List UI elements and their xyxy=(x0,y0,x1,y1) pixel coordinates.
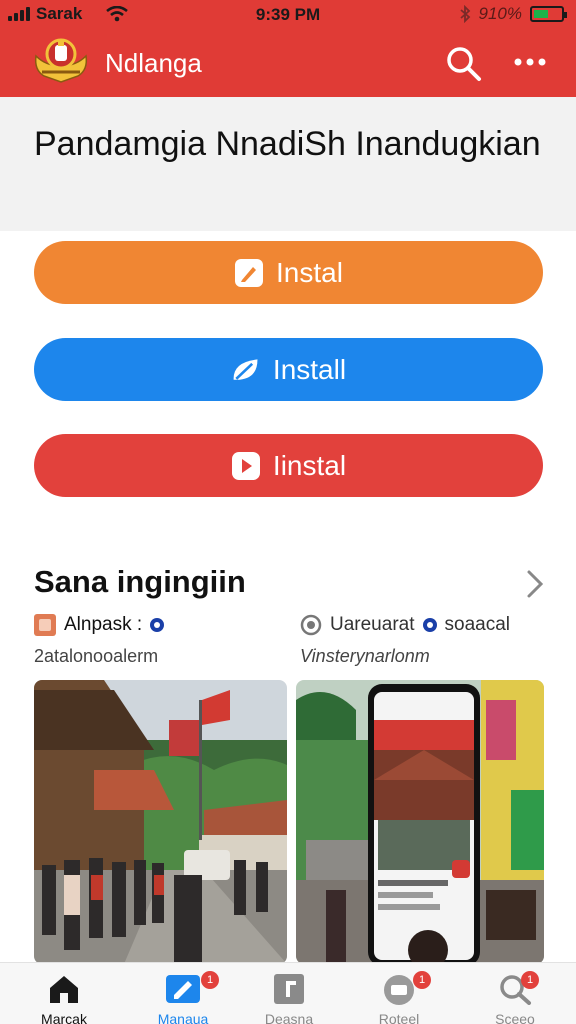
village-street-photo xyxy=(34,680,287,964)
document-icon xyxy=(274,974,304,1004)
top-bar: Sarak 9:39 PM 910% Ndlanga xyxy=(0,0,576,97)
folder-icon xyxy=(384,975,414,1005)
battery-percent: 910% xyxy=(478,4,522,23)
page-title: Pandamgia NnadiSh Inandugkian xyxy=(34,125,541,163)
more-options-icon[interactable] xyxy=(510,46,550,78)
source-subtitle: 2atalonooalerm xyxy=(34,646,159,666)
source-subtitle: Vinsterynarlonm xyxy=(300,646,430,666)
source-logo-icon xyxy=(34,614,56,636)
verified-icon xyxy=(422,618,437,632)
install-button-label: Install xyxy=(272,353,347,385)
nav-item-roteel[interactable]: 1 Roteel xyxy=(349,963,449,1024)
source-logo-icon xyxy=(300,614,322,636)
battery-icon xyxy=(530,6,567,22)
source-right: Uareuarat soaacal xyxy=(300,614,510,636)
app-preview-photo-card[interactable] xyxy=(296,680,544,964)
nav-item-sceeo[interactable]: 1 Sceeo xyxy=(465,963,565,1024)
nav-badge: 1 xyxy=(413,971,431,989)
phone-in-village-photo xyxy=(296,680,544,964)
install-button-blue[interactable]: Install xyxy=(34,338,543,401)
search-icon[interactable] xyxy=(444,44,482,82)
nav-badge: 1 xyxy=(521,971,539,989)
install-button-label: Iinstal xyxy=(272,449,347,481)
status-right: 910% xyxy=(459,4,567,24)
status-bar: Sarak 9:39 PM 910% xyxy=(0,0,576,28)
nav-label: Sceeo xyxy=(495,1011,535,1024)
app-title: Ndlanga xyxy=(105,48,202,78)
section-title: Sana ingingiin xyxy=(34,564,246,599)
source-tag: soaacal xyxy=(444,614,511,635)
nav-label: Deasna xyxy=(264,1011,314,1024)
app-bar: Ndlanga xyxy=(0,30,576,97)
edit-icon xyxy=(234,258,264,288)
app-logo xyxy=(34,38,88,83)
bluetooth-icon xyxy=(459,5,470,23)
edit-icon xyxy=(166,975,200,1003)
verified-icon xyxy=(150,618,165,632)
nav-label: Marcak xyxy=(41,1011,87,1024)
nav-badge: 1 xyxy=(201,971,219,989)
page-header: Pandamgia NnadiSh Inandugkian xyxy=(0,97,576,231)
nav-label: Roteel xyxy=(378,1011,420,1024)
bottom-navigation: Marcak 1 Manaua Deasna 1 Roteel 1 Sceeo xyxy=(0,962,576,1024)
nav-item-manaua[interactable]: 1 Manaua xyxy=(133,963,233,1024)
source-left: Alnpask : xyxy=(34,614,165,636)
nav-label: Manaua xyxy=(157,1011,209,1024)
home-icon xyxy=(50,976,78,1003)
leaf-icon xyxy=(231,355,261,385)
install-button-label: Instal xyxy=(276,256,343,288)
install-button-orange[interactable]: Instal xyxy=(34,241,543,304)
source-name: Alnpask : xyxy=(64,614,143,635)
play-icon xyxy=(231,451,261,481)
chevron-right-icon[interactable] xyxy=(522,568,548,600)
source-name: Uareuarat xyxy=(330,614,415,635)
install-button-red[interactable]: Iinstal xyxy=(34,434,543,497)
nav-item-deasna[interactable]: Deasna xyxy=(239,963,339,1024)
village-photo-card[interactable] xyxy=(34,680,287,964)
nav-item-home[interactable]: Marcak xyxy=(14,963,114,1024)
